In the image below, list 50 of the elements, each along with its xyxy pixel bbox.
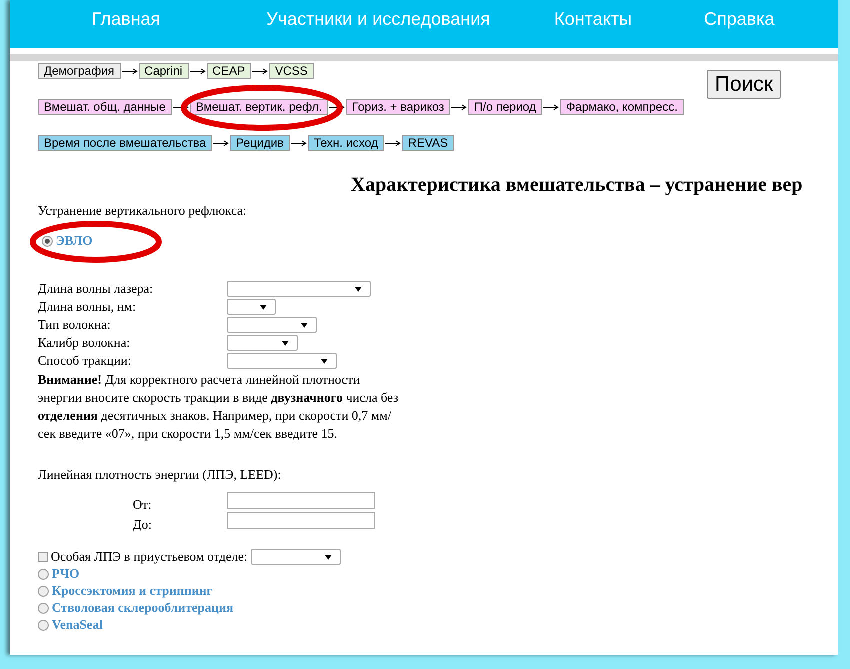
leed-label: Линейная плотность энергии (ЛПЭ, LEED): xyxy=(38,466,282,484)
arrow-icon xyxy=(252,68,268,74)
field-label: Длина волны, нм: xyxy=(38,298,138,316)
notice-text: Внимание! Для корректного расчета линейной плотности энергии вносите скорость тракции в виде двузначного числа без отделения десятичных знаков. Например, при скорости 0,7 мм/сек введите «07», при скорости 1,5 мм/сек введите 15. xyxy=(38,371,400,443)
arrow-icon xyxy=(451,104,468,110)
caret-icon xyxy=(260,304,267,310)
input-field[interactable] xyxy=(227,492,375,509)
step-link[interactable]: Вмешат. общ. данные xyxy=(38,99,172,115)
step-link[interactable]: Рецидив xyxy=(230,135,290,151)
caret-icon xyxy=(301,322,308,328)
step-link[interactable]: Фармако, компресс. xyxy=(560,99,684,115)
field-label: Тип волокна: xyxy=(38,316,112,334)
page-heading: Характеристика вмешательства – устранение вер xyxy=(351,173,804,198)
field-label: Калибр волокна: xyxy=(38,334,132,352)
arrow-icon xyxy=(213,140,230,146)
dropdown[interactable] xyxy=(227,299,276,315)
step-link[interactable]: П/о период xyxy=(468,99,542,115)
caret-icon xyxy=(321,358,328,364)
group-label: Устранение вертикального рефлюкса: xyxy=(38,203,248,219)
arrow-icon xyxy=(329,104,346,110)
step-link[interactable]: Время после вмешательства xyxy=(38,135,212,151)
step-link[interactable]: CEAP xyxy=(206,63,252,79)
radio-button[interactable] xyxy=(38,620,49,630)
range-label: До: xyxy=(132,516,153,534)
field-label: Способ тракции: xyxy=(38,352,132,370)
radio-button[interactable] xyxy=(38,586,49,596)
step-link[interactable]: VCSS xyxy=(269,63,314,79)
step-link[interactable]: Техн. исход xyxy=(308,135,384,151)
caret-icon xyxy=(282,340,289,346)
radio-button[interactable] xyxy=(38,568,49,580)
step-link[interactable]: Гориз. + варикоз xyxy=(346,99,450,115)
step-link[interactable]: Caprini xyxy=(138,63,189,79)
arrow-icon xyxy=(290,140,307,146)
range-label: От: xyxy=(132,496,153,514)
checkbox-label: Особая ЛПЭ в приустьевом отделе: xyxy=(51,548,248,566)
arrow-icon xyxy=(190,68,206,74)
checkbox[interactable] xyxy=(38,552,48,562)
radio-button[interactable] xyxy=(42,236,53,246)
arrow-icon xyxy=(543,104,560,110)
arrow-icon xyxy=(385,140,402,146)
input-field[interactable] xyxy=(227,512,375,529)
field-label: Длина волны лазера: xyxy=(38,280,154,298)
caret-icon xyxy=(355,286,362,292)
radio-button[interactable] xyxy=(38,602,49,614)
step-link[interactable]: Вмешат. вертик. рефл. xyxy=(190,99,328,115)
arrow-icon xyxy=(122,68,138,74)
search-button[interactable]: Поиск xyxy=(707,70,782,99)
caret-icon xyxy=(324,554,332,560)
step-link[interactable]: REVAS xyxy=(402,135,454,151)
step-link[interactable]: Демография xyxy=(38,63,121,79)
